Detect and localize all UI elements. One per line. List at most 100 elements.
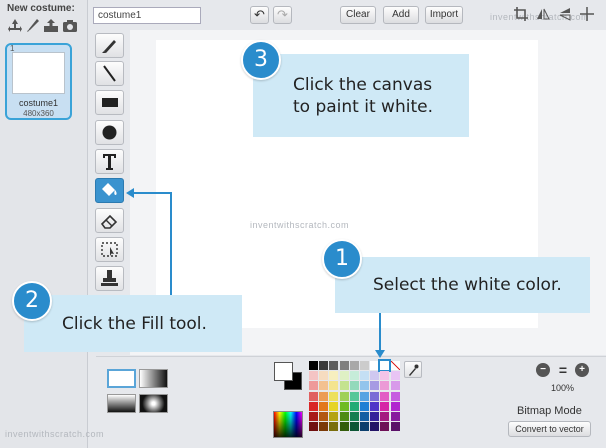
undo-button[interactable]: ↶	[250, 6, 269, 24]
palette-color-swatch[interactable]	[339, 412, 349, 421]
flip-vertical-icon[interactable]	[557, 7, 573, 23]
costume-name-field[interactable]	[93, 7, 201, 24]
palette-color-swatch[interactable]	[360, 391, 369, 401]
palette-color-swatch[interactable]	[370, 381, 380, 391]
palette-color-swatch[interactable]	[390, 371, 400, 381]
zoom-out-button[interactable]: −	[536, 363, 550, 377]
step2-badge: 2	[12, 281, 52, 321]
palette-color-swatch[interactable]	[339, 371, 349, 381]
palette-color-swatch[interactable]	[370, 391, 380, 401]
palette-color-swatch[interactable]	[370, 371, 380, 381]
palette-color-swatch[interactable]	[349, 381, 359, 391]
palette-color-swatch[interactable]	[329, 371, 339, 381]
palette-color-swatch[interactable]	[370, 412, 380, 421]
eraser-tool[interactable]	[95, 208, 124, 233]
import-button[interactable]: Import	[425, 6, 463, 24]
palette-color-swatch[interactable]	[360, 361, 369, 370]
palette-color-swatch[interactable]	[319, 381, 329, 391]
select-tool[interactable]	[95, 237, 124, 262]
palette-color-swatch[interactable]	[319, 422, 329, 432]
palette-color-swatch[interactable]	[390, 401, 400, 411]
select-icon	[101, 242, 118, 257]
palette-color-swatch[interactable]	[390, 391, 400, 401]
eyedropper-tool[interactable]	[404, 361, 422, 378]
palette-color-swatch[interactable]	[360, 412, 369, 421]
palette-color-swatch[interactable]	[309, 361, 318, 370]
color-spectrum-picker[interactable]	[273, 411, 303, 438]
costume-thumbnail-card[interactable]: 1 costume1 480x360	[5, 43, 72, 120]
palette-color-swatch[interactable]	[329, 361, 339, 370]
palette-color-swatch[interactable]	[380, 371, 390, 381]
palette-color-swatch[interactable]	[370, 422, 380, 432]
palette-color-swatch[interactable]	[349, 391, 359, 401]
palette-color-swatch[interactable]	[309, 422, 318, 432]
line-tool[interactable]	[95, 61, 124, 86]
convert-to-vector-button[interactable]: Convert to vector	[508, 421, 591, 437]
stamp-tool[interactable]	[95, 266, 124, 291]
set-center-icon[interactable]	[579, 7, 595, 23]
radial-gradient-option[interactable]	[139, 394, 168, 413]
brush-tool[interactable]	[95, 33, 124, 58]
palette-color-swatch[interactable]	[339, 422, 349, 432]
palette-color-swatch[interactable]	[329, 381, 339, 391]
palette-color-swatch[interactable]	[319, 371, 329, 381]
palette-color-swatch[interactable]	[360, 371, 369, 381]
solid-fill-option[interactable]	[107, 369, 136, 388]
palette-color-swatch[interactable]	[380, 401, 390, 411]
palette-color-swatch[interactable]	[349, 361, 359, 370]
palette-color-swatch[interactable]	[319, 412, 329, 421]
crop-icon[interactable]	[513, 7, 529, 23]
palette-color-swatch[interactable]	[339, 401, 349, 411]
palette-color-swatch[interactable]	[309, 401, 318, 411]
palette-color-swatch[interactable]	[329, 422, 339, 432]
palette-color-swatch[interactable]	[319, 401, 329, 411]
palette-color-swatch[interactable]	[339, 381, 349, 391]
choose-from-library-icon[interactable]	[7, 18, 23, 34]
palette-color-swatch[interactable]	[380, 422, 390, 432]
palette-color-swatch[interactable]	[309, 391, 318, 401]
rectangle-tool[interactable]	[95, 90, 124, 115]
horizontal-gradient-option[interactable]	[139, 369, 168, 388]
palette-color-swatch[interactable]	[329, 401, 339, 411]
palette-color-swatch[interactable]	[349, 422, 359, 432]
zoom-in-button[interactable]: +	[575, 363, 589, 377]
palette-color-swatch[interactable]	[329, 391, 339, 401]
paint-new-costume-icon[interactable]	[25, 18, 41, 34]
palette-color-swatch[interactable]	[370, 361, 380, 370]
palette-color-swatch[interactable]	[309, 412, 318, 421]
upload-costume-icon[interactable]	[43, 18, 59, 34]
palette-color-swatch[interactable]	[349, 401, 359, 411]
palette-color-swatch[interactable]	[380, 391, 390, 401]
palette-color-swatch[interactable]	[349, 371, 359, 381]
palette-color-swatch[interactable]	[390, 412, 400, 421]
palette-color-swatch[interactable]	[309, 371, 318, 381]
clear-button[interactable]: Clear	[340, 6, 376, 24]
flip-horizontal-icon[interactable]	[535, 7, 551, 23]
primary-color-swatch[interactable]	[274, 362, 293, 381]
text-tool[interactable]	[95, 149, 124, 174]
palette-color-swatch[interactable]	[339, 391, 349, 401]
white-color-swatch[interactable]	[378, 359, 392, 372]
vertical-gradient-option[interactable]	[107, 394, 136, 413]
palette-color-swatch[interactable]	[360, 381, 369, 391]
transparent-color-swatch[interactable]	[390, 361, 400, 370]
palette-color-swatch[interactable]	[390, 381, 400, 391]
palette-color-swatch[interactable]	[380, 412, 390, 421]
palette-color-swatch[interactable]	[380, 381, 390, 391]
palette-color-swatch[interactable]	[319, 361, 329, 370]
ellipse-tool[interactable]	[95, 120, 124, 145]
palette-color-swatch[interactable]	[349, 412, 359, 421]
camera-icon[interactable]	[62, 18, 78, 34]
palette-color-swatch[interactable]	[370, 401, 380, 411]
zoom-reset-button[interactable]: =	[556, 363, 570, 377]
redo-button[interactable]: ↷	[273, 6, 292, 24]
palette-color-swatch[interactable]	[329, 412, 339, 421]
palette-color-swatch[interactable]	[360, 422, 369, 432]
palette-color-swatch[interactable]	[319, 391, 329, 401]
palette-color-swatch[interactable]	[339, 361, 349, 370]
add-button[interactable]: Add	[383, 6, 419, 24]
palette-color-swatch[interactable]	[390, 422, 400, 432]
palette-color-swatch[interactable]	[309, 381, 318, 391]
palette-color-swatch[interactable]	[360, 401, 369, 411]
fill-tool[interactable]	[95, 178, 124, 203]
